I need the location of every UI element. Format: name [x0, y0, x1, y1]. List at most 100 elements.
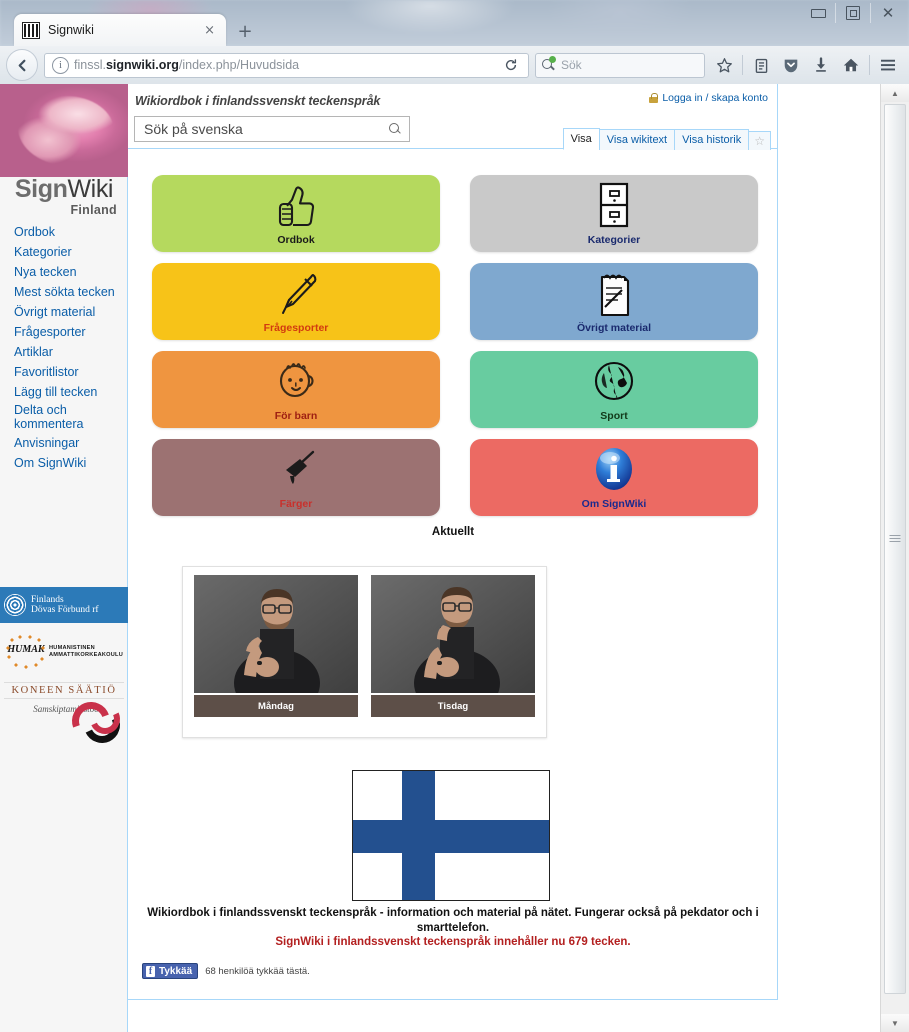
- watch-star-icon[interactable]: ☆: [748, 131, 771, 150]
- tile-label-fragesporter: Frågesporter: [263, 322, 329, 334]
- site-tagline: Wikiordbok i finlandssvenskt teckenspråk: [135, 94, 381, 108]
- tile-ordbok[interactable]: Ordbok: [152, 175, 440, 252]
- home-icon: [843, 58, 859, 72]
- tile-sport[interactable]: Sport: [470, 351, 758, 428]
- tab-close-icon[interactable]: ×: [201, 23, 218, 38]
- tile-grid: Ordbok Kategorier Frågesporter Övrigt ma…: [152, 175, 758, 527]
- humak-line1: HUMANISTINEN: [49, 644, 95, 651]
- address-bar[interactable]: i finssl.signwiki.org/index.php/Huvudsid…: [44, 52, 529, 78]
- sidebar-item-kategorier[interactable]: Kategorier: [14, 242, 128, 262]
- reload-button[interactable]: [498, 53, 524, 77]
- lock-icon: [649, 93, 659, 103]
- gallery-item-mandag[interactable]: Måndag: [194, 575, 360, 737]
- site-description: Wikiordbok i finlandssvenskt teckenspråk…: [147, 907, 759, 934]
- search-icon[interactable]: [389, 122, 402, 136]
- tile-farger[interactable]: Färger: [152, 439, 440, 516]
- sponsor-fdf-line1: Finlands: [31, 594, 64, 605]
- sponsor-humak[interactable]: HUMANISTINEN AMMATTIKORKEAKOULU: [6, 632, 124, 672]
- sidebar-nav: Ordbok Kategorier Nya tecken Mest sökta …: [0, 222, 128, 473]
- sidebar-item-mest-sokta-tecken[interactable]: Mest sökta tecken: [14, 282, 128, 302]
- tile-label-sport: Sport: [600, 410, 628, 422]
- scroll-up-button[interactable]: ▲: [881, 84, 909, 102]
- tile-label-for-barn: För barn: [274, 410, 318, 422]
- tile-om-signwiki[interactable]: Om SignWiki: [470, 439, 758, 516]
- back-arrow-icon: [18, 59, 25, 71]
- browser-tab-signwiki[interactable]: Signwiki ×: [14, 14, 226, 46]
- sponsor-finlands-dovas-forbund[interactable]: Finlands Dövas Förbund rf: [0, 587, 128, 623]
- wordmark-country: Finland: [70, 203, 117, 217]
- sidebar-item-anvisningar[interactable]: Anvisningar: [14, 433, 128, 453]
- library-icon: [755, 58, 767, 73]
- site-search[interactable]: [134, 116, 410, 142]
- wordmark-sign: Sign: [14, 175, 68, 203]
- site-info-icon[interactable]: i: [52, 56, 69, 74]
- sidebar-item-nya-tecken[interactable]: Nya tecken: [14, 262, 128, 282]
- sponsor-koneen-saatio[interactable]: KONEEN SÄÄTIÖ: [4, 682, 124, 699]
- sidebar-item-om-signwiki[interactable]: Om SignWiki: [14, 453, 128, 473]
- tile-fragesporter[interactable]: Frågesporter: [152, 263, 440, 340]
- signer-photo: [194, 575, 358, 693]
- sponsor-fdf-line2: Dövas Förbund rf: [31, 605, 99, 615]
- child-face-icon: [152, 357, 440, 404]
- bookmark-star-button[interactable]: [709, 50, 739, 80]
- tile-ovrigt-material[interactable]: Övrigt material: [470, 263, 758, 340]
- new-tab-button[interactable]: +: [234, 20, 256, 42]
- sidebar-item-artiklar[interactable]: Artiklar: [14, 342, 128, 362]
- aktuellt-heading: Aktuellt: [431, 526, 475, 538]
- signer-photo-2: [371, 575, 535, 693]
- browser-search-bar[interactable]: Sök: [535, 52, 705, 78]
- sidebar-item-ordbok[interactable]: Ordbok: [14, 222, 128, 242]
- tab-title: Signwiki: [48, 23, 94, 37]
- sponsor-samskiptamidstod[interactable]: Samskiptamiðstöð: [14, 695, 126, 756]
- wordmark-wiki: Wiki: [67, 175, 114, 203]
- tile-kategorier[interactable]: Kategorier: [470, 175, 758, 252]
- humak-logo-icon: [6, 635, 46, 669]
- sidebar-item-fragesporter[interactable]: Frågesporter: [14, 322, 128, 342]
- tile-label-farger: Färger: [279, 498, 313, 510]
- pocket-button[interactable]: [776, 50, 806, 80]
- facebook-like-button[interactable]: f Tykkää: [142, 963, 199, 979]
- facebook-like-row: f Tykkää 68 henkilöä tykkää tästä.: [142, 963, 310, 979]
- toolbar-divider: [742, 55, 743, 75]
- tab-visa-wikitext[interactable]: Visa wikitext: [598, 129, 676, 150]
- notepad-icon: [470, 269, 758, 316]
- login-link[interactable]: Logga in / skapa konto: [662, 92, 768, 104]
- download-arrow-icon: [816, 57, 826, 72]
- sign-count-line: SignWiki i finlandssvenskt teckenspråk i…: [275, 936, 631, 948]
- vertical-scrollbar[interactable]: ▲ ▼: [880, 84, 909, 1032]
- tile-row-4: Färger Om SignWiki: [152, 439, 758, 516]
- content-area: Wikiordbok i finlandssvenskt teckenspråk…: [128, 84, 778, 1000]
- search-input[interactable]: [142, 120, 389, 138]
- browser-search-icon: [542, 56, 556, 72]
- personal-tools[interactable]: Logga in / skapa konto: [649, 92, 768, 104]
- finnish-flag-image: [352, 770, 550, 901]
- reading-list-button[interactable]: [746, 50, 776, 80]
- sidebar-item-lagg-till-tecken[interactable]: Lägg till tecken: [14, 382, 128, 402]
- gallery: Måndag Tisdag: [182, 566, 547, 738]
- toolbar-icons: [709, 50, 903, 80]
- navigation-toolbar: i finssl.signwiki.org/index.php/Huvudsid…: [0, 46, 909, 84]
- site-wordmark[interactable]: SignWiki: [0, 177, 128, 202]
- facebook-like-count: 68 henkilöä tykkää tästä.: [205, 965, 310, 977]
- tile-for-barn[interactable]: För barn: [152, 351, 440, 428]
- sidebar-item-favoritlistor[interactable]: Favoritlistor: [14, 362, 128, 382]
- home-button[interactable]: [836, 50, 866, 80]
- gallery-item-tisdag[interactable]: Tisdag: [371, 575, 537, 737]
- downloads-button[interactable]: [806, 50, 836, 80]
- sidebar-item-ovrigt-material[interactable]: Övrigt material: [14, 302, 128, 322]
- globe-icon: [470, 357, 758, 404]
- humak-line2: AMMATTIKORKEAKOULU: [49, 652, 123, 658]
- scrollbar-thumb[interactable]: [884, 104, 906, 994]
- toolbar-divider-2: [869, 55, 870, 75]
- back-button[interactable]: [6, 49, 38, 81]
- tab-visa-historik[interactable]: Visa historik: [674, 129, 750, 150]
- scroll-down-button[interactable]: ▼: [881, 1014, 909, 1032]
- video-thumbnail-2[interactable]: [371, 575, 535, 693]
- info-circle-icon: [470, 445, 758, 492]
- browser-chrome: ✕ Signwiki × + i finssl.signwiki.org/ind…: [0, 0, 909, 84]
- facebook-f-icon: f: [146, 965, 155, 977]
- video-thumbnail[interactable]: [194, 575, 358, 693]
- tab-visa[interactable]: Visa: [562, 128, 600, 150]
- sidebar-item-delta-och-kommentera[interactable]: Delta och kommentera: [14, 402, 128, 433]
- app-menu-button[interactable]: [873, 50, 903, 80]
